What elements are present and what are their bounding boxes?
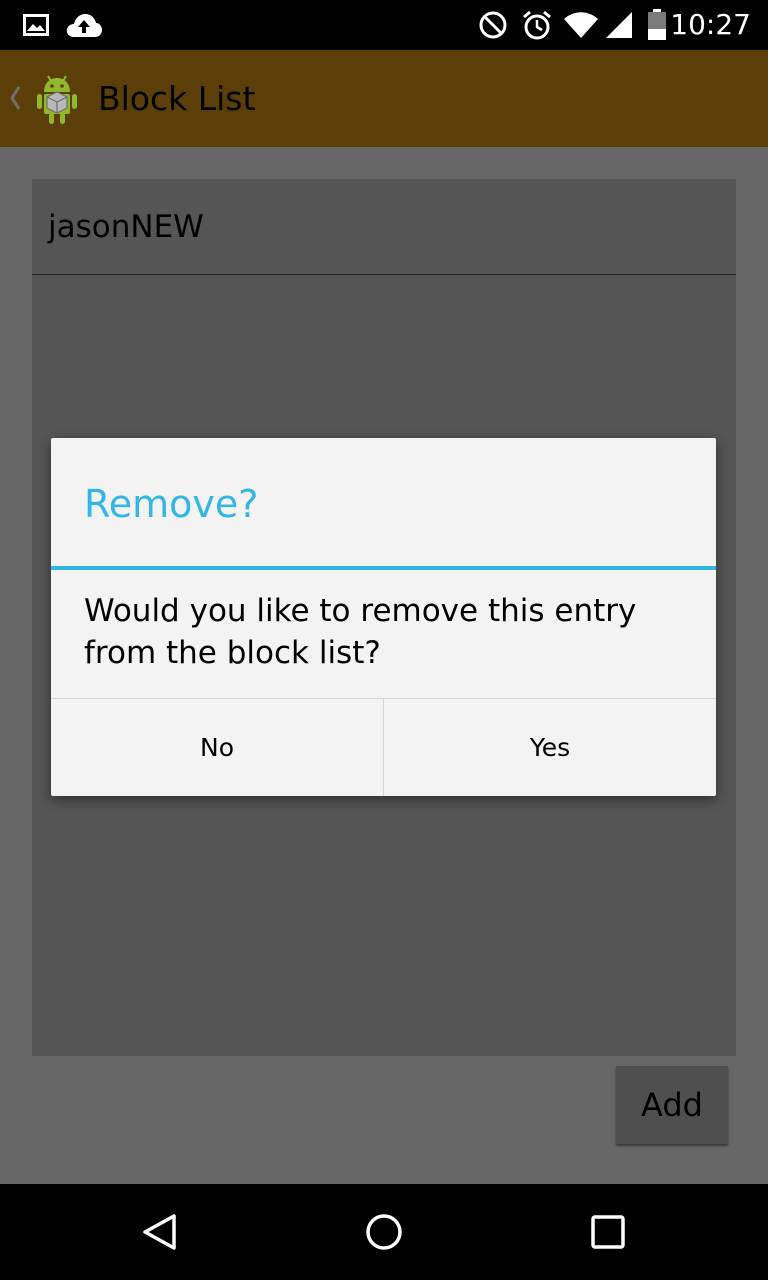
page-title: Block List	[98, 79, 256, 118]
back-triangle-icon[interactable]	[112, 1184, 208, 1280]
add-button[interactable]: Add	[616, 1066, 728, 1144]
remove-dialog: Remove? Would you like to remove this en…	[51, 438, 716, 796]
list-item-label: jasonNEW	[48, 209, 204, 245]
back-chevron-icon[interactable]	[8, 85, 22, 115]
do-not-disturb-icon	[478, 0, 508, 50]
dialog-title: Remove?	[84, 482, 259, 526]
dialog-button-bar: No Yes	[51, 698, 716, 796]
no-button[interactable]: No	[51, 699, 384, 796]
navigation-bar	[0, 1184, 768, 1280]
status-time: 10:27	[670, 8, 751, 41]
battery-icon	[646, 0, 668, 50]
recents-square-icon[interactable]	[560, 1184, 656, 1280]
cell-signal-icon	[604, 0, 634, 50]
wifi-icon	[562, 0, 600, 50]
list-item[interactable]: jasonNEW	[32, 179, 736, 275]
alarm-icon	[520, 0, 554, 50]
home-circle-icon[interactable]	[336, 1184, 432, 1280]
image-icon	[22, 0, 50, 50]
dialog-title-divider	[51, 566, 716, 570]
action-bar: Block List	[0, 50, 768, 147]
status-bar: 10:27	[0, 0, 768, 50]
android-app-icon[interactable]	[30, 72, 84, 130]
cloud-upload-icon	[64, 0, 104, 50]
yes-button[interactable]: Yes	[384, 699, 716, 796]
dialog-message: Would you like to remove this entry from…	[84, 593, 637, 671]
